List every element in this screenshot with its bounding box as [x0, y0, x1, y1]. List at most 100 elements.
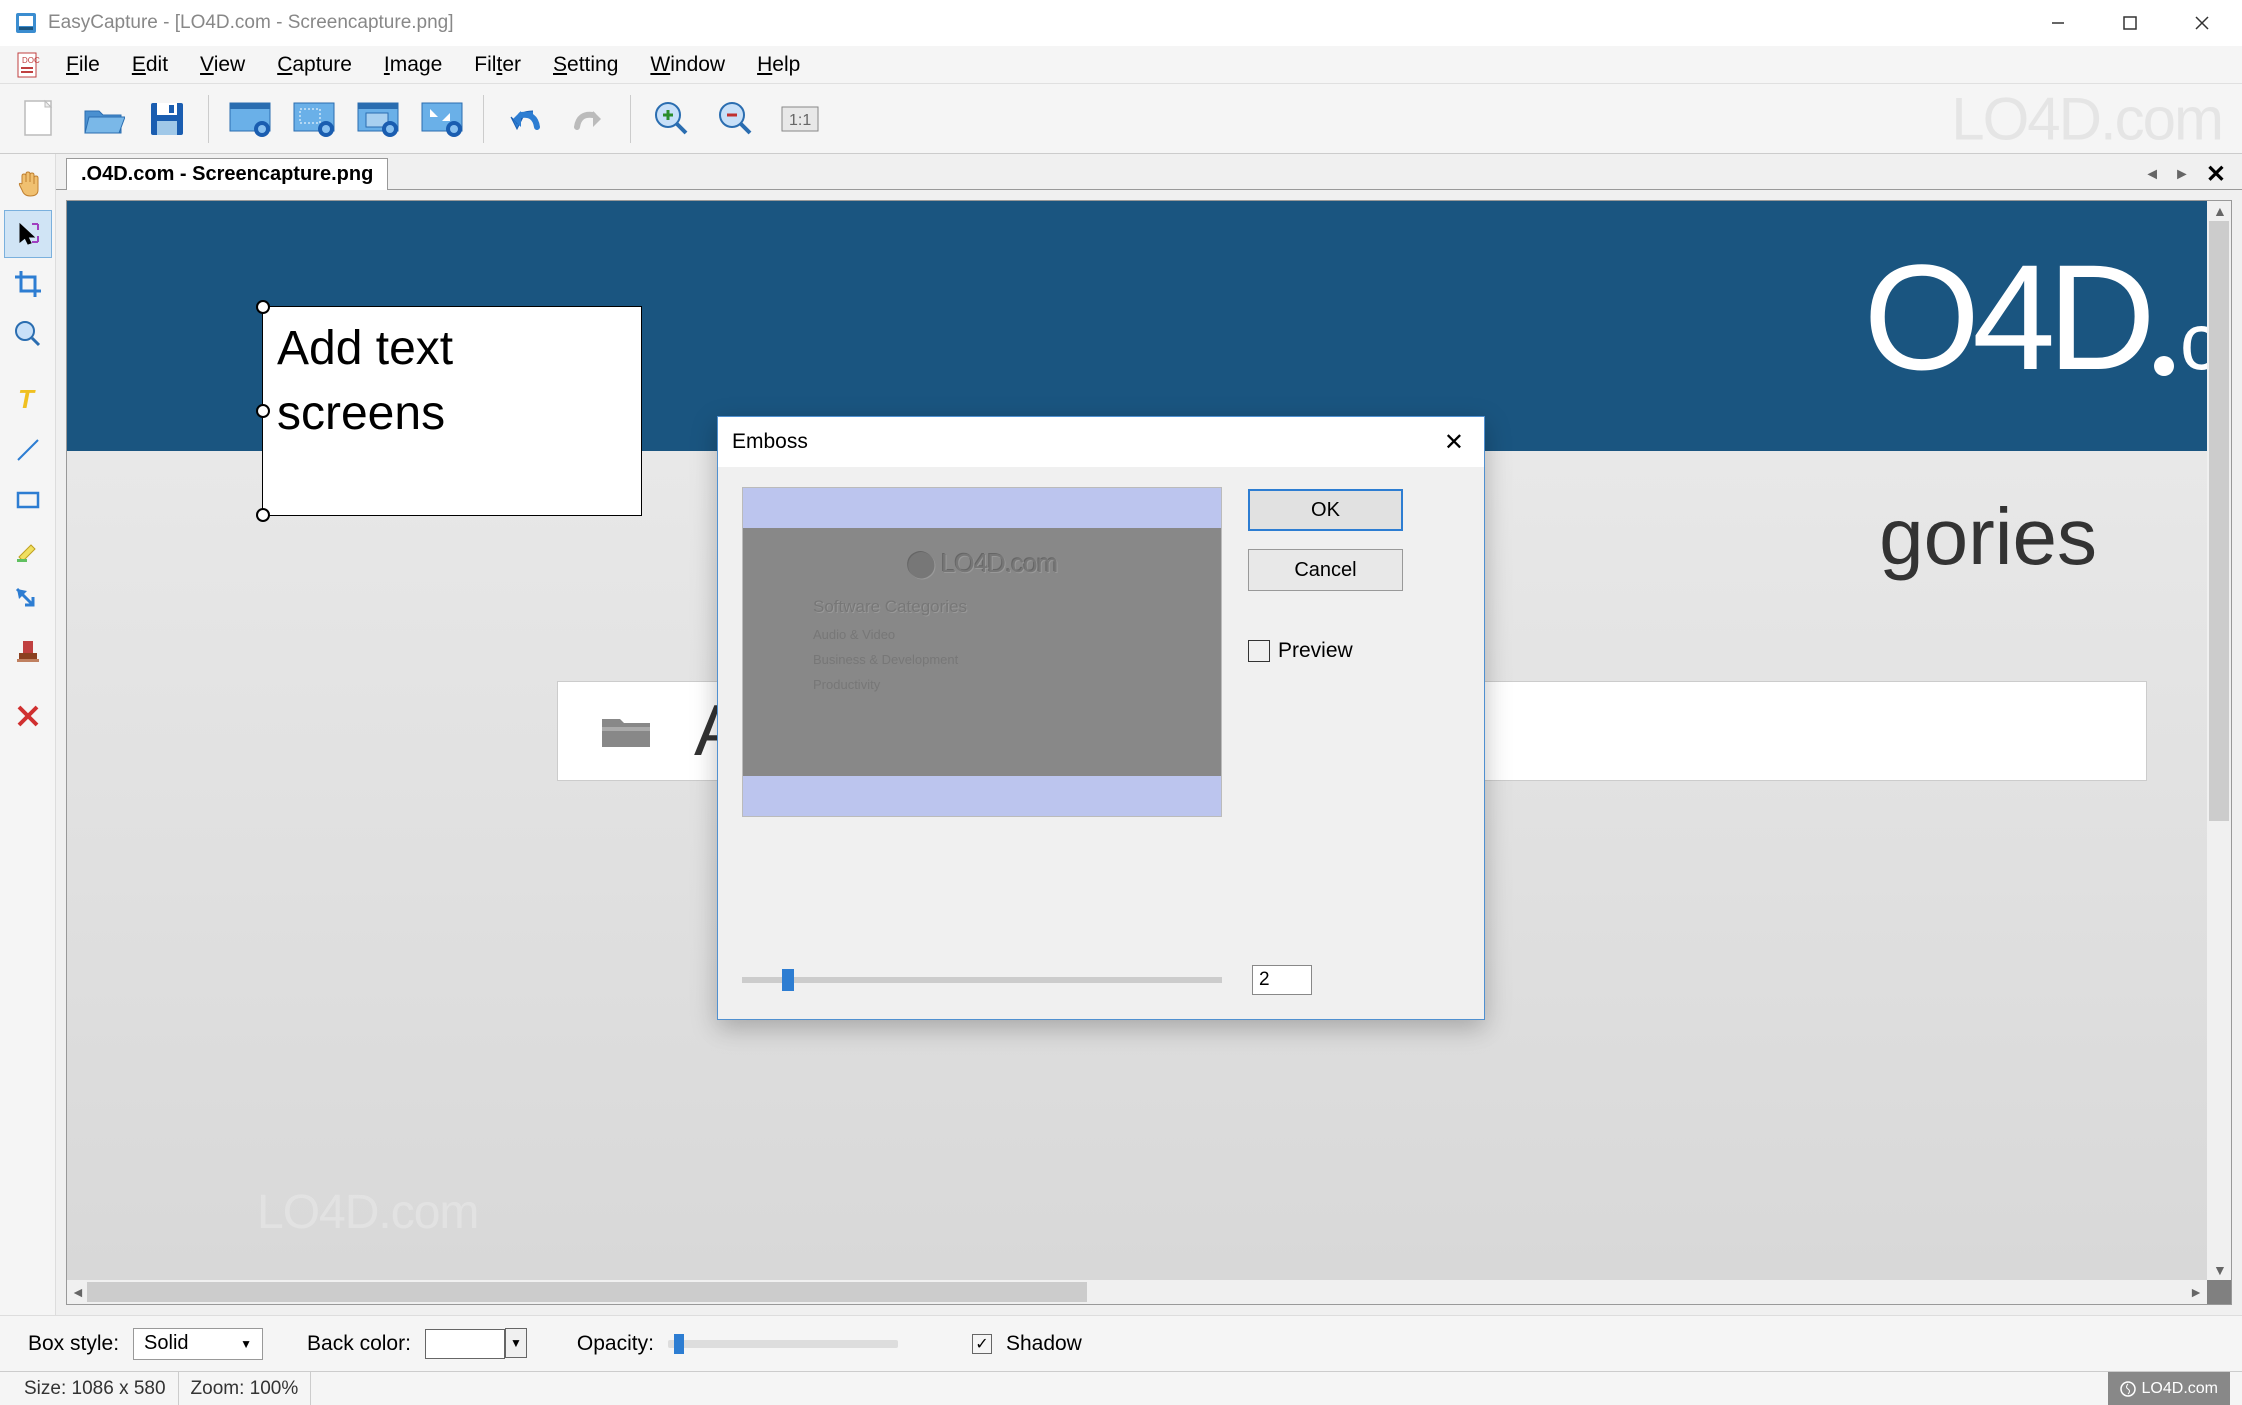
scroll-up-icon[interactable]: ▲ — [2213, 203, 2227, 219]
menu-setting[interactable]: Setting — [537, 47, 634, 83]
document-icon: DOC — [14, 51, 42, 79]
resize-handle-tl[interactable] — [256, 300, 270, 314]
zoom-tool[interactable] — [4, 310, 52, 358]
opacity-label: Opacity: — [577, 1332, 654, 1356]
line-tool[interactable] — [4, 426, 52, 474]
scroll-down-icon[interactable]: ▼ — [2213, 1262, 2227, 1278]
banner-logo-text: O4D — [1863, 231, 2147, 404]
status-bar: Size: 1086 x 580 Zoom: 100% LO4D.com — [0, 1371, 2242, 1405]
menu-view[interactable]: View — [184, 47, 261, 83]
preview-logo-text: ⬤ LO4D.com — [907, 548, 1058, 579]
side-toolbar: T — [0, 154, 56, 1315]
scroll-left-icon[interactable]: ◄ — [71, 1284, 85, 1300]
folder-icon — [598, 709, 654, 753]
capture-fullscreen-button[interactable] — [221, 91, 279, 147]
document-tab[interactable]: .O4D.com - Screencapture.png — [66, 158, 388, 190]
emboss-dialog: Emboss ✕ ⬤ LO4D.com Software Categories … — [717, 416, 1485, 1020]
stamp-tool[interactable] — [4, 626, 52, 674]
opacity-slider-thumb[interactable] — [674, 1334, 684, 1354]
canvas-watermark: LO4D.com — [257, 1185, 478, 1240]
menu-edit[interactable]: Edit — [116, 47, 184, 83]
dialog-preview: ⬤ LO4D.com Software Categories Audio & V… — [742, 487, 1222, 817]
emboss-slider[interactable] — [742, 977, 1222, 983]
horizontal-scroll-thumb[interactable] — [87, 1282, 1087, 1302]
box-style-select[interactable]: Solid▼ — [133, 1328, 263, 1360]
text-annotation[interactable]: Add text screens — [262, 306, 642, 516]
menu-bar: DOC File Edit View Capture Image Filter … — [0, 46, 2242, 84]
preview-categories-text: Software Categories — [813, 597, 967, 617]
horizontal-scrollbar[interactable]: ◄ ► — [67, 1280, 2207, 1304]
zoom-actual-button[interactable]: 1:1 — [771, 91, 829, 147]
open-button[interactable] — [74, 91, 132, 147]
zoom-out-button[interactable] — [707, 91, 765, 147]
menu-help[interactable]: Help — [741, 47, 816, 83]
minimize-button[interactable] — [2022, 0, 2094, 45]
maximize-button[interactable] — [2094, 0, 2166, 45]
title-bar: EasyCapture - [LO4D.com - Screencapture.… — [0, 0, 2242, 46]
categories-heading: gories — [1879, 491, 2097, 583]
tab-next-icon[interactable]: ► — [2170, 166, 2194, 184]
resize-handle-bl[interactable] — [256, 508, 270, 522]
menu-image[interactable]: Image — [368, 47, 458, 83]
opacity-slider[interactable] — [668, 1340, 898, 1348]
window-title: EasyCapture - [LO4D.com - Screencapture.… — [48, 12, 2022, 34]
new-button[interactable] — [10, 91, 68, 147]
svg-text:T: T — [18, 386, 36, 414]
preview-item-2: Business & Development — [813, 652, 958, 667]
shadow-checkbox[interactable]: ✓ — [972, 1334, 992, 1354]
save-button[interactable] — [138, 91, 196, 147]
preview-checkbox-label: Preview — [1278, 639, 1353, 663]
option-bar: Box style: Solid▼ Back color: ▼ Opacity:… — [0, 1315, 2242, 1371]
status-size: Size: 1086 x 580 — [12, 1372, 179, 1405]
dialog-titlebar[interactable]: Emboss ✕ — [718, 417, 1484, 467]
capture-scroll-button[interactable] — [413, 91, 471, 147]
capture-window-button[interactable] — [349, 91, 407, 147]
cancel-button[interactable]: Cancel — [1248, 549, 1403, 591]
preview-item-3: Productivity — [813, 677, 880, 692]
back-color-swatch[interactable] — [425, 1329, 505, 1359]
arrow-tool[interactable] — [4, 576, 52, 624]
svg-text:DOC: DOC — [22, 56, 40, 65]
delete-tool[interactable] — [4, 692, 52, 740]
text-tool[interactable]: T — [4, 376, 52, 424]
emboss-slider-thumb[interactable] — [782, 969, 794, 991]
box-style-label: Box style: — [28, 1332, 119, 1356]
dialog-title-text: Emboss — [732, 430, 808, 454]
vertical-scroll-thumb[interactable] — [2209, 221, 2229, 821]
banner-suffix: com — [2180, 296, 2207, 388]
document-tab-bar: .O4D.com - Screencapture.png ◄ ► ✕ — [56, 154, 2242, 190]
crop-tool[interactable] — [4, 260, 52, 308]
highlighter-tool[interactable] — [4, 526, 52, 574]
main-toolbar: 1:1 LO4D.com — [0, 84, 2242, 154]
ok-button[interactable]: OK — [1248, 489, 1403, 531]
menu-file[interactable]: File — [50, 47, 116, 83]
back-color-dropdown[interactable]: ▼ — [505, 1328, 527, 1358]
emboss-value-input[interactable] — [1252, 965, 1312, 995]
resize-handle-ml[interactable] — [256, 404, 270, 418]
close-button[interactable] — [2166, 0, 2238, 45]
tab-prev-icon[interactable]: ◄ — [2140, 166, 2164, 184]
toolbar-watermark: LO4D.com — [1951, 84, 2222, 153]
undo-button[interactable] — [496, 91, 554, 147]
preview-checkbox[interactable] — [1248, 640, 1270, 662]
svg-text:1:1: 1:1 — [789, 112, 811, 129]
capture-region-button[interactable] — [285, 91, 343, 147]
back-color-label: Back color: — [307, 1332, 411, 1356]
vertical-scrollbar[interactable]: ▲ ▼ — [2207, 201, 2231, 1280]
status-zoom: Zoom: 100% — [179, 1372, 312, 1405]
zoom-in-button[interactable] — [643, 91, 701, 147]
window-controls — [2022, 0, 2238, 45]
rectangle-tool[interactable] — [4, 476, 52, 524]
dialog-close-button[interactable]: ✕ — [1438, 428, 1470, 457]
pointer-tool[interactable] — [4, 210, 52, 258]
menu-window[interactable]: Window — [634, 47, 741, 83]
scroll-right-icon[interactable]: ► — [2189, 1284, 2203, 1300]
footer-brand: LO4D.com — [2108, 1372, 2230, 1405]
redo-button[interactable] — [560, 91, 618, 147]
menu-capture[interactable]: Capture — [261, 47, 368, 83]
tab-close-icon[interactable]: ✕ — [2200, 160, 2232, 189]
shadow-label: Shadow — [1006, 1332, 1082, 1356]
hand-tool[interactable] — [4, 160, 52, 208]
preview-item-1: Audio & Video — [813, 627, 895, 642]
menu-filter[interactable]: Filter — [458, 47, 537, 83]
